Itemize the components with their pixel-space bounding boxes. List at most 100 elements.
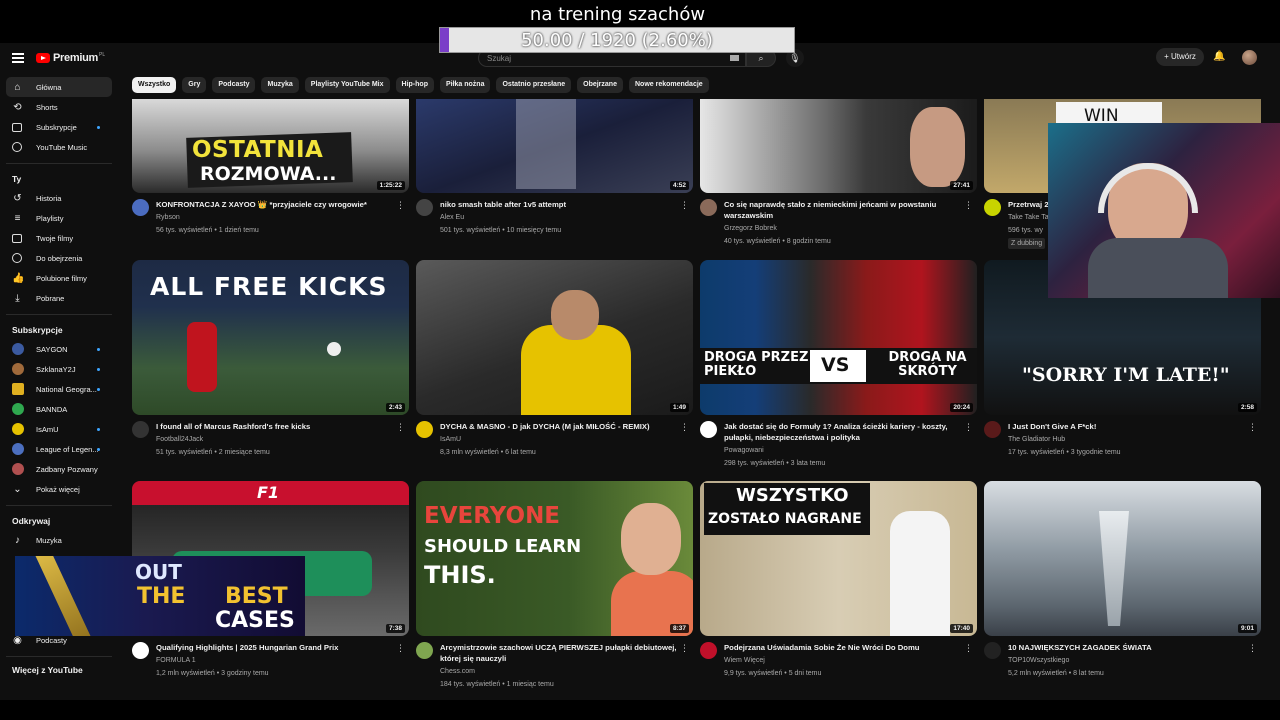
sidebar-item-label: Muzyka	[36, 535, 62, 545]
sidebar-sub-league-of-legends[interactable]: League of Legen...	[6, 439, 112, 459]
more-options-icon[interactable]: ⋮	[964, 643, 973, 654]
sidebar-sub-national-geographic[interactable]: National Geogra...	[6, 379, 112, 399]
sidebar-item-home[interactable]: ⌂ Główna	[6, 77, 112, 97]
video-title[interactable]: I Just Don't Give A F*ck! The Gladiator H…	[1008, 421, 1248, 458]
video-title[interactable]: Qualifying Highlights | 2025 Hungarian G…	[156, 642, 396, 679]
video-title[interactable]: Co się naprawdę stało z niemieckimi jeńc…	[724, 199, 964, 247]
sidebar-item-downloads[interactable]: ⤓ Pobrane	[6, 288, 112, 308]
chip-podcasts[interactable]: Podcasty	[212, 77, 256, 93]
youtube-logo[interactable]: Premium PL	[36, 52, 105, 64]
sidebar-sub-bannda[interactable]: BANNDA	[6, 399, 112, 419]
channel-avatar[interactable]	[700, 421, 717, 438]
channel-avatar[interactable]	[416, 421, 433, 438]
sidebar-item-your-videos[interactable]: Twoje filmy	[6, 228, 112, 248]
more-options-icon[interactable]: ⋮	[1248, 422, 1257, 433]
chip-all[interactable]: Wszystko	[132, 77, 177, 93]
more-options-icon[interactable]: ⋮	[396, 422, 405, 433]
video-title[interactable]: KONFRONTACJA Z XAYOO 👑 *przyjaciele czy …	[156, 199, 396, 236]
channel-name[interactable]: Alex Eu	[440, 212, 680, 223]
video-thumbnail[interactable]: DROGA PRZEZ PIEKŁO VS DROGA NA SKRÓTY 20…	[700, 260, 977, 415]
video-thumbnail[interactable]: WSZYSTKO ZOSTAŁO NAGRANE 17:40	[700, 481, 977, 636]
channel-name[interactable]: TOP10Wszystkiego	[1008, 655, 1248, 666]
more-options-icon[interactable]: ⋮	[396, 643, 405, 654]
more-options-icon[interactable]: ⋮	[1248, 643, 1257, 654]
sidebar-sub-isamu[interactable]: IsAmU	[6, 419, 112, 439]
video-title[interactable]: 10 NAJWIĘKSZYCH ZAGADEK ŚWIATA TOP10Wszys…	[1008, 642, 1248, 679]
create-button[interactable]: + Utwórz	[1156, 48, 1204, 66]
sidebar-item-youtube-music[interactable]: YouTube Music	[6, 137, 112, 157]
sidebar-item-music[interactable]: ♪ Muzyka	[6, 530, 112, 550]
channel-avatar[interactable]	[700, 199, 717, 216]
sidebar-item-playlists[interactable]: ≡ Playlisty	[6, 208, 112, 228]
video-thumbnail[interactable]: 9:01	[984, 481, 1261, 636]
video-title[interactable]: DYCHA & MASNO - D jak DYCHA (M jak MIŁOŚ…	[440, 421, 680, 458]
hamburger-icon[interactable]	[12, 53, 24, 63]
sidebar-item-shorts[interactable]: ⟲ Shorts	[6, 97, 112, 117]
account-avatar[interactable]	[1242, 50, 1257, 65]
channel-name[interactable]: Powagowani	[724, 445, 964, 456]
sidebar-sub-saygon[interactable]: SAYGON	[6, 339, 112, 359]
chip-recently-uploaded[interactable]: Ostatnio przesłane	[496, 77, 572, 93]
chip-youtube-mix[interactable]: Playlisty YouTube Mix	[304, 77, 390, 93]
channel-avatar[interactable]	[132, 199, 149, 216]
more-options-icon[interactable]: ⋮	[964, 200, 973, 211]
video-thumbnail[interactable]: OSTATNIA ROZMOWA... 1:25:22	[132, 99, 409, 193]
video-title[interactable]: Podejrzana Uświadamia Sobie Że Nie Wróci…	[724, 642, 964, 679]
channel-name[interactable]: Football24Jack	[156, 434, 396, 445]
sidebar-item-history[interactable]: ↺ Historia	[6, 188, 112, 208]
video-thumbnail[interactable]: 27:41	[700, 99, 977, 193]
channel-name[interactable]: Wiem Więcej	[724, 655, 964, 666]
video-thumbnail[interactable]: 1:49	[416, 260, 693, 415]
channel-avatar[interactable]	[984, 642, 1001, 659]
sidebar-sub-zadbany-pozwany[interactable]: Zadbany Pozwany	[6, 459, 112, 479]
thumbnail-text: DROGA PRZEZ PIEKŁO	[704, 350, 809, 379]
chip-music[interactable]: Muzyka	[261, 77, 299, 93]
video-thumbnail[interactable]: EVERYONE SHOULD LEARN THIS. 8:37	[416, 481, 693, 636]
sidebar-item-liked-videos[interactable]: 👍 Polubione filmy	[6, 268, 112, 288]
sidebar-sub-szklanay2j[interactable]: SzklanaY2J	[6, 359, 112, 379]
chip-games[interactable]: Gry	[182, 77, 207, 93]
chip-hiphop[interactable]: Hip-hop	[395, 77, 434, 93]
more-options-icon[interactable]: ⋮	[680, 200, 689, 211]
sidebar-item-subscriptions[interactable]: Subskrypcje	[6, 117, 112, 137]
keyboard-icon[interactable]	[730, 55, 739, 61]
more-options-icon[interactable]: ⋮	[680, 643, 689, 654]
chip-new-recommendations[interactable]: Nowe rekomendacje	[628, 77, 709, 93]
video-stats: 298 tys. wyświetleń • 3 lata temu	[724, 460, 826, 467]
divider	[6, 314, 112, 315]
video-thumbnail[interactable]: ALL FREE KICKS 2:43	[132, 260, 409, 415]
more-options-icon[interactable]: ⋮	[964, 422, 973, 433]
video-title[interactable]: niko smash table after 1v5 attempt Alex E…	[440, 199, 680, 236]
chip-football[interactable]: Piłka nożna	[439, 77, 491, 93]
channel-avatar[interactable]	[132, 421, 149, 438]
channel-name[interactable]: FORMULA 1	[156, 655, 396, 666]
channel-name[interactable]: Rybson	[156, 212, 396, 223]
video-title[interactable]: Arcymistrzowie szachowi UCZĄ PIERWSZEJ p…	[440, 642, 680, 690]
show-more-button[interactable]: ⌄ Pokaż więcej	[6, 479, 112, 499]
chip-watched[interactable]: Obejrzane	[577, 77, 623, 93]
you-section-header[interactable]: Ty	[0, 170, 118, 188]
sidebar-item-watch-later[interactable]: Do obejrzenia	[6, 248, 112, 268]
channel-avatar[interactable]	[132, 642, 149, 659]
video-title[interactable]: I found all of Marcus Rashford's free ki…	[156, 421, 396, 458]
channel-avatar[interactable]	[984, 421, 1001, 438]
video-thumbnail[interactable]: 4:52	[416, 99, 693, 193]
channel-avatar[interactable]	[416, 642, 433, 659]
video-title-text: Podejrzana Uświadamia Sobie Że Nie Wróci…	[724, 643, 920, 652]
channel-name[interactable]: IsAmU	[440, 434, 680, 445]
logo-region: PL	[98, 52, 106, 58]
more-options-icon[interactable]: ⋮	[680, 422, 689, 433]
more-options-icon[interactable]: ⋮	[396, 200, 405, 211]
channel-avatar[interactable]	[416, 199, 433, 216]
create-label: Utwórz	[1171, 52, 1196, 61]
video-title[interactable]: Jak dostać się do Formuły 1? Analiza ści…	[724, 421, 964, 469]
video-title-text: Jak dostać się do Formuły 1? Analiza ści…	[724, 422, 948, 442]
channel-name[interactable]: Chess.com	[440, 666, 680, 677]
channel-avatar[interactable]	[700, 642, 717, 659]
channel-avatar[interactable]	[984, 199, 1001, 216]
sidebar-item-label: Podcasty	[36, 635, 67, 645]
channel-name[interactable]: Grzegorz Bobrek	[724, 223, 964, 234]
subscriptions-icon	[12, 123, 22, 132]
channel-name[interactable]: The Gladiator Hub	[1008, 434, 1248, 445]
bell-icon[interactable]: 🔔	[1213, 51, 1225, 62]
